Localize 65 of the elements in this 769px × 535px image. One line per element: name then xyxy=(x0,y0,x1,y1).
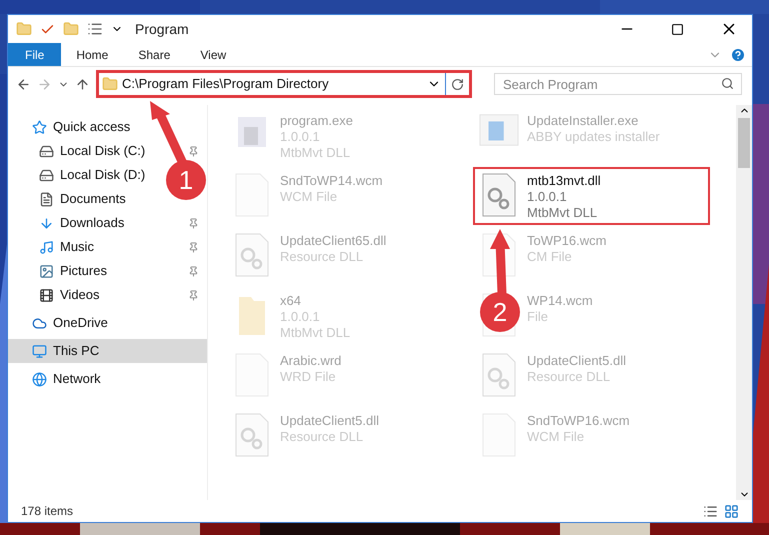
sidebar-label: Network xyxy=(53,370,101,388)
pin-icon[interactable] xyxy=(188,266,199,276)
ribbon-tab[interactable]: Home xyxy=(61,43,124,66)
documents-icon xyxy=(39,192,54,206)
help-icon[interactable] xyxy=(730,46,746,62)
ribbon-tab[interactable]: View xyxy=(185,43,242,66)
address-bar[interactable]: C:\Program Files\Program Directory xyxy=(96,70,472,98)
installer-icon xyxy=(479,113,519,147)
up-icon[interactable] xyxy=(75,76,90,92)
sidebar-item[interactable]: Local Disk (D:) xyxy=(8,163,154,187)
sidebar-item[interactable]: Documents xyxy=(8,187,134,211)
cloud-icon xyxy=(32,316,47,330)
sidebar-label: OneDrive xyxy=(53,314,108,332)
sidebar-item[interactable]: Network xyxy=(8,367,109,391)
sidebar-label: This PC xyxy=(53,342,100,360)
search-field[interactable]: Search Program xyxy=(494,73,742,95)
sidebar-label: Music xyxy=(60,238,94,256)
back-icon[interactable] xyxy=(16,76,31,92)
gear-file-icon xyxy=(235,413,269,457)
sidebar-label: Downloads xyxy=(60,214,124,232)
details-view-icon[interactable] xyxy=(703,504,718,518)
view-icon[interactable] xyxy=(87,21,103,37)
file-detail: MtbMvt DLL xyxy=(527,205,598,221)
sidebar-item[interactable]: Music xyxy=(8,235,207,259)
address-text: C:\Program Files\Program Directory xyxy=(122,75,329,94)
pin-icon[interactable] xyxy=(188,290,199,300)
gear-file-icon xyxy=(235,233,269,277)
window-title: Program xyxy=(135,20,189,39)
pc-icon xyxy=(32,344,47,358)
refresh-icon[interactable] xyxy=(451,78,464,90)
star-icon xyxy=(32,120,47,134)
ribbon-tab[interactable]: File xyxy=(8,43,62,66)
annotation-arrow xyxy=(490,229,510,294)
sidebar-item[interactable]: Local Disk (C:) xyxy=(8,139,207,163)
pin-icon[interactable] xyxy=(188,218,199,228)
videos-icon xyxy=(39,288,54,302)
pin-icon[interactable] xyxy=(188,242,199,252)
gear-file-icon xyxy=(482,353,516,397)
sidebar-label: Pictures xyxy=(60,262,107,280)
sidebar-label: Local Disk (C:) xyxy=(60,142,146,160)
file-detail: 1.0.0.1 xyxy=(527,189,567,205)
tiles-view-icon[interactable] xyxy=(724,504,739,518)
sidebar-item[interactable]: Pictures xyxy=(8,259,207,283)
maximize-icon[interactable] xyxy=(671,22,684,36)
folder-icon xyxy=(102,76,118,92)
search-icon xyxy=(721,77,734,90)
gear-file-icon xyxy=(482,173,516,217)
downloads-icon xyxy=(39,216,54,230)
sidebar-label: Documents xyxy=(60,190,126,208)
sidebar-item[interactable]: Quick access xyxy=(8,115,138,139)
item-count: 178 items xyxy=(21,503,74,520)
file-name[interactable]: mtb13mvt.dll xyxy=(527,173,601,189)
music-icon xyxy=(39,240,54,254)
sidebar-item[interactable]: Downloads xyxy=(8,211,207,235)
sidebar-label: Videos xyxy=(60,286,100,304)
pin-icon[interactable] xyxy=(188,146,199,156)
sidebar-item[interactable]: OneDrive xyxy=(8,311,116,335)
pictures-icon xyxy=(39,264,54,278)
scrollbar-thumb[interactable] xyxy=(738,118,750,168)
ribbon-tab[interactable]: Share xyxy=(123,43,186,66)
sidebar-label: Local Disk (D:) xyxy=(60,166,146,184)
sidebar-label: Quick access xyxy=(53,118,130,136)
sidebar-item[interactable]: Videos xyxy=(8,283,207,307)
sidebar-item[interactable]: This PC xyxy=(8,339,207,363)
network-icon xyxy=(32,372,47,386)
